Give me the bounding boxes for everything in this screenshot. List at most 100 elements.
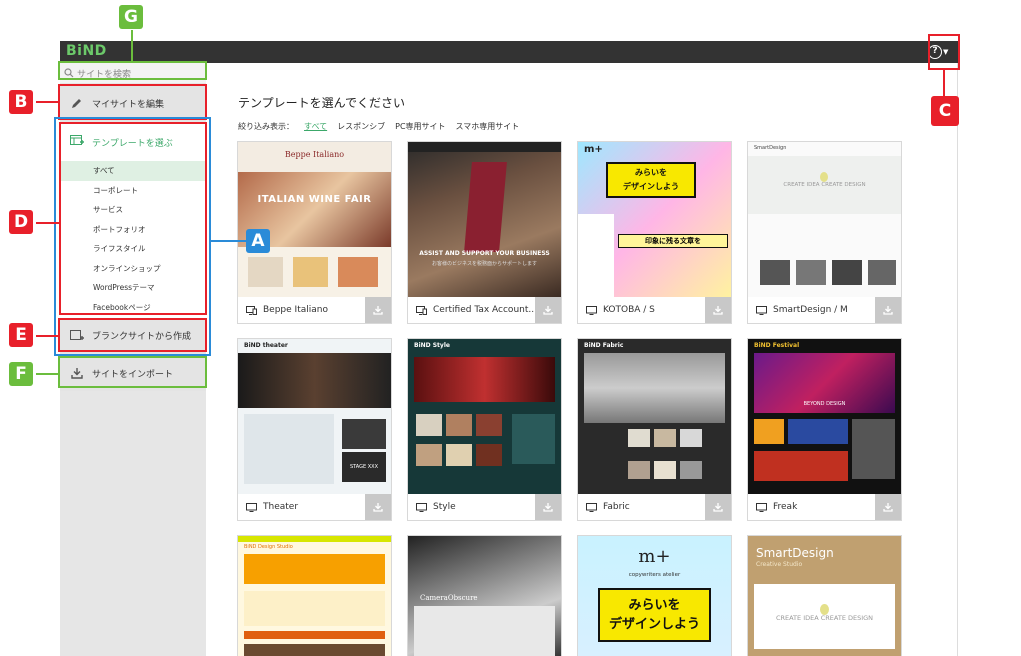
thumb-menu [578,214,614,297]
template-thumbnail: SmartDesign Creative Studio CREATE IDEA … [748,536,901,656]
download-icon [373,306,383,315]
template-card[interactable]: BiND Design Studio [237,535,392,656]
thumb-headline: BEYOND DESIGN [803,401,846,407]
template-name: Style [433,502,456,512]
thumb-hero [414,357,555,402]
thumb-photo [754,451,848,481]
thumb-brand: BiND Festival [754,342,800,349]
annotation-box-c [928,34,960,70]
template-card[interactable]: SmartDesign Creative Studio CREATE IDEA … [747,535,902,656]
thumb-box [248,257,283,287]
download-button[interactable] [365,297,391,323]
annotation-box-g [58,61,207,80]
thumb-hero [238,353,391,408]
thumb-photo [788,419,848,444]
template-name: KOTOBA / S [603,305,655,315]
thumb-box [293,257,328,287]
thumb-photo [654,461,676,479]
thumb-photo [680,461,702,479]
thumb-photo [760,260,790,285]
thumb-photo [680,429,702,447]
thumb-sidebar [512,414,555,464]
template-card[interactable]: SmartDesign CREATE IDEA CREATE DESIGN Sm… [747,141,902,324]
download-button[interactable] [875,494,901,520]
download-button[interactable] [535,297,561,323]
template-card[interactable]: BiND Style Style [407,338,562,521]
screenshot-stage: BiND ? ▼ サイトを検索 マイサイトを編集 テンプレートを選ぶ すべて コ… [0,0,1021,656]
thumb-photo [628,429,650,447]
filter-all[interactable]: すべて [304,121,327,132]
thumb-photo [244,644,385,656]
thumb-speech-bubble: みらいを デザインしよう [598,588,711,642]
download-button[interactable] [535,494,561,520]
download-button[interactable] [705,494,731,520]
template-thumbnail: SmartDesign CREATE IDEA CREATE DESIGN [748,142,901,297]
template-card[interactable]: BiND Festival BEYOND DESIGN Freak [747,338,902,521]
download-button[interactable] [705,297,731,323]
thumb-brand: Beppe Italiano [238,142,391,172]
marker-e: E [9,323,33,347]
template-thumbnail: BiND Festival BEYOND DESIGN [748,339,901,494]
thumb-photo [416,444,442,466]
thumb-content [244,414,334,484]
connector-line-g [131,30,133,61]
template-card[interactable]: ASSIST AND SUPPORT YOUR BUSINESS お客様のビジネ… [407,141,562,324]
template-card[interactable]: m+ copywriters atelier みらいを デザインしよう [577,535,732,656]
monitor-icon [416,502,427,512]
thumb-brand: CameraObscure [420,594,478,602]
template-name: SmartDesign / M [773,305,848,315]
thumb-tie [464,162,507,252]
thumb-photo [476,444,502,466]
thumb-photo [832,260,862,285]
monitor-icon [756,502,767,512]
thumb-subbrand: Creative Studio [756,561,803,568]
connector-line-c [943,70,945,96]
template-card[interactable]: m+ みらいを デザインしよう 印象に残る文章を KOTOBA / S [577,141,732,324]
marker-a: A [246,229,270,253]
template-name: Fabric [603,502,630,512]
download-button[interactable] [875,297,901,323]
template-card[interactable]: BiND Fabric Fabric [577,338,732,521]
filter-responsive[interactable]: レスポンシブ [337,121,385,132]
marker-d: D [9,210,33,234]
annotation-box-e [58,318,207,352]
filter-smartphone-only[interactable]: スマホ専用サイト [456,121,520,132]
template-name: Freak [773,502,798,512]
download-icon [713,503,723,512]
thumb-content [244,591,385,626]
monitor-icon [246,502,257,512]
thumb-hero [584,353,725,423]
filter-bar: 絞り込み表示： すべて レスポンシブ PC専用サイト スマホ専用サイト [238,121,519,132]
thumb-photo [476,414,502,436]
thumb-brand: SmartDesign [754,145,787,151]
download-icon [883,503,893,512]
thumb-photo [446,444,472,466]
thumb-brand: BiND theater [244,342,288,349]
monitor-icon [756,305,767,315]
template-thumbnail: m+ みらいを デザインしよう 印象に残る文章を [578,142,731,297]
template-card[interactable]: BiND theater STAGE XXX Theater [237,338,392,521]
thumb-headline: 印象に残る文章を [618,234,728,248]
thumb-photo [796,260,826,285]
thumb-content [414,606,555,656]
download-icon [713,306,723,315]
filter-pc-only[interactable]: PC専用サイト [395,121,445,132]
thumb-hero [244,554,385,584]
thumb-headline: ASSIST AND SUPPORT YOUR BUSINESS [419,250,550,257]
template-name: Certified Tax Account... [433,305,537,315]
app-logo[interactable]: BiND [66,43,107,59]
page-title: テンプレートを選んでください [238,96,406,110]
download-icon [373,503,383,512]
download-icon [543,503,553,512]
thumb-photo [446,414,472,436]
thumb-brand: BiND Fabric [584,342,624,349]
thumb-photo [654,429,676,447]
download-button[interactable] [365,494,391,520]
marker-f: F [9,362,33,386]
marker-b: B [9,90,33,114]
pc-smartphone-icon [416,305,427,315]
template-card[interactable]: CameraObscure [407,535,562,656]
thumb-photo [342,419,386,449]
template-thumbnail: CameraObscure [408,536,561,656]
thumb-photo [868,260,896,285]
